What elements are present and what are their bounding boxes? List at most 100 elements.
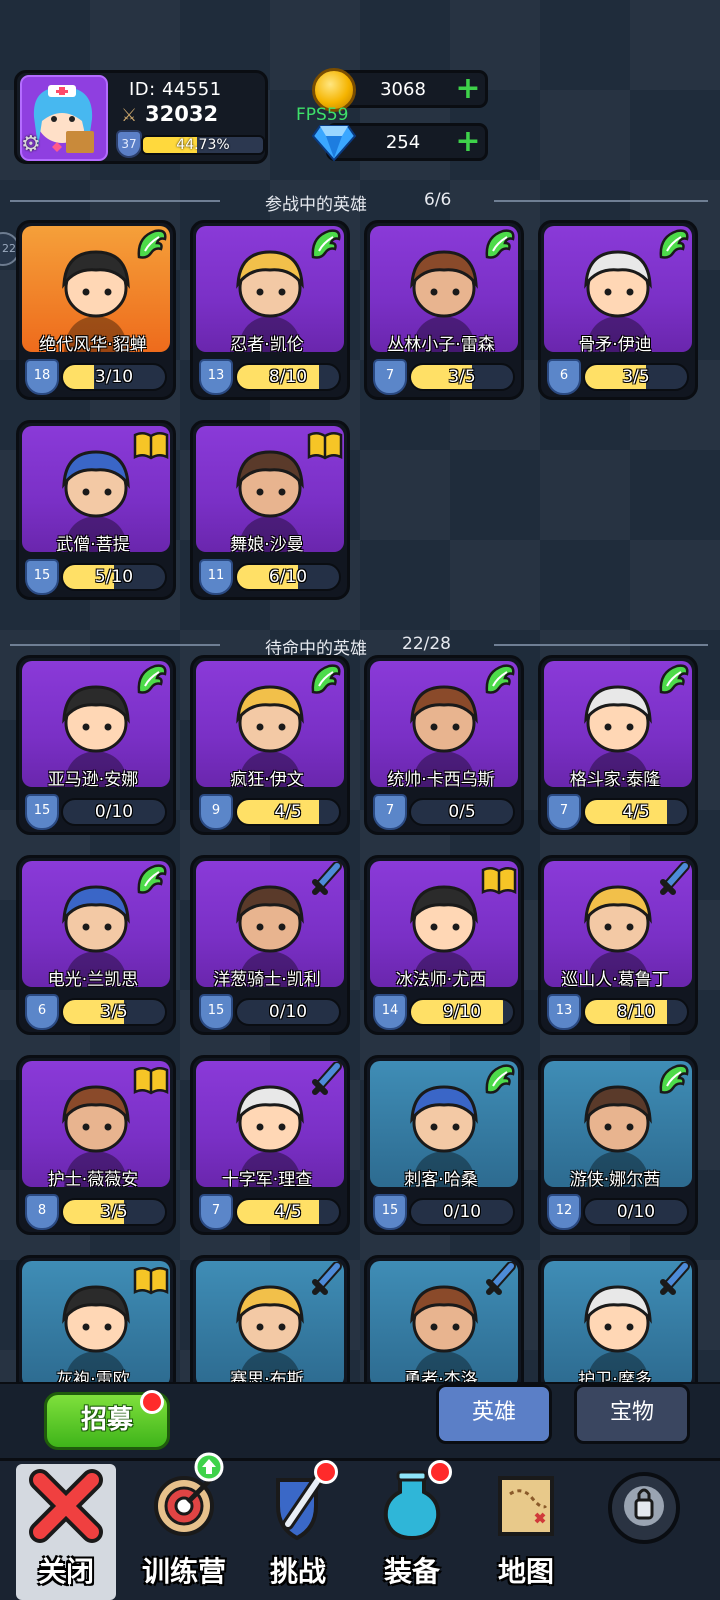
hero-card[interactable]: 骨矛·伊迪 6 3/5 <box>538 220 698 400</box>
hero-progress-text: 3/10 <box>94 367 134 387</box>
hero-level-shield: 15 <box>25 559 59 595</box>
wing-badge-icon <box>659 664 689 694</box>
wing-badge-icon <box>659 229 689 259</box>
nav-training-camp[interactable]: 训练营 <box>124 1462 244 1600</box>
challenge-notification-dot <box>314 1460 338 1484</box>
recruit-notification-dot <box>140 1390 164 1414</box>
add-gold-plus-icon[interactable]: + <box>455 74 481 104</box>
nav-map-label: 地图 <box>497 1555 554 1588</box>
hero-name: 护士·薇薇安 <box>47 1170 139 1187</box>
hero-level-shield: 9 <box>199 794 233 830</box>
wing-badge-icon <box>659 1064 689 1094</box>
hero-card[interactable]: 丛林小子·雷森 7 3/5 <box>364 220 524 400</box>
hero-level-shield: 12 <box>547 1194 581 1230</box>
hero-shard-progress: 4/5 <box>235 798 341 826</box>
hero-name: 绝代风华·貂蝉 <box>39 335 147 352</box>
hero-card[interactable]: 武僧·菩提 15 5/10 <box>16 420 176 600</box>
hero-level-shield: 15 <box>199 994 233 1030</box>
hero-name: 武僧·菩提 <box>56 535 130 552</box>
hero-shard-progress: 0/10 <box>235 998 341 1026</box>
hero-name: 亚马逊·安娜 <box>47 770 139 787</box>
hero-progress-text: 0/5 <box>448 802 476 822</box>
hero-card[interactable]: 舞娘·沙曼 11 6/10 <box>190 420 350 600</box>
tab-heroes[interactable]: 英雄 <box>436 1384 552 1444</box>
hero-name: 骨矛·伊迪 <box>578 335 652 352</box>
hero-card[interactable]: 忍者·凯伦 13 8/10 <box>190 220 350 400</box>
sword-badge-icon <box>660 862 690 895</box>
add-gems-plus-icon[interactable]: + <box>455 127 481 157</box>
hero-shard-progress: 3/5 <box>61 998 167 1026</box>
hero-progress-text: 3/5 <box>622 367 650 387</box>
hero-level-shield: 7 <box>547 794 581 830</box>
hero-card[interactable]: 统帅·卡西乌斯 7 0/5 <box>364 655 524 835</box>
hero-name: 格斗家·泰隆 <box>569 770 661 787</box>
hero-name: 刺客·哈桑 <box>404 1170 478 1187</box>
hero-card[interactable]: 格斗家·泰隆 7 4/5 <box>538 655 698 835</box>
hero-shard-progress: 0/10 <box>409 1198 515 1226</box>
lock-icon <box>608 1472 680 1544</box>
hero-progress-text: 8/10 <box>268 367 308 387</box>
hero-name: 忍者·凯伦 <box>230 335 304 352</box>
sword-badge-icon <box>312 862 342 895</box>
hero-shard-progress: 3/5 <box>583 363 689 391</box>
nav-challenge[interactable]: 挑战 <box>238 1462 358 1600</box>
hero-card[interactable]: 绝代风华·貂蝉 18 3/10 <box>16 220 176 400</box>
hero-shard-progress: 5/10 <box>61 563 167 591</box>
nav-locked[interactable] <box>584 1462 704 1600</box>
gem-value: 254 <box>385 132 421 153</box>
hero-progress-text: 0/10 <box>442 1202 482 1222</box>
hero-shard-progress: 3/5 <box>409 363 515 391</box>
hero-shard-progress: 0/10 <box>61 798 167 826</box>
hero-card[interactable]: 亚马逊·安娜 15 0/10 <box>16 655 176 835</box>
hero-shard-progress: 3/5 <box>61 1198 167 1226</box>
nav-map[interactable]: 地图 <box>466 1462 586 1600</box>
hero-level-shield: 6 <box>25 994 59 1030</box>
wing-badge-icon <box>485 1064 515 1094</box>
hero-level-shield: 15 <box>373 1194 407 1230</box>
hero-shard-progress: 3/10 <box>61 363 167 391</box>
wing-badge-icon <box>485 664 515 694</box>
hero-level-shield: 7 <box>373 794 407 830</box>
book-badge-icon <box>133 1267 169 1295</box>
nav-close[interactable]: 关闭 <box>6 1462 126 1600</box>
hero-name: 舞娘·沙曼 <box>230 535 304 552</box>
nav-challenge-label: 挑战 <box>269 1555 326 1588</box>
gold-value: 3068 <box>380 79 426 100</box>
active-heroes-title: 参战中的英雄 <box>265 195 367 215</box>
wing-badge-icon <box>311 664 341 694</box>
hero-shard-progress: 6/10 <box>235 563 341 591</box>
hero-shard-progress: 0/10 <box>583 1198 689 1226</box>
nav-equipment-label: 装备 <box>383 1555 440 1588</box>
hero-card[interactable]: 洋葱骑士·凯利 15 0/10 <box>190 855 350 1035</box>
hero-card[interactable]: 十字军·理查 7 4/5 <box>190 1055 350 1235</box>
hero-name: 游侠·娜尔茜 <box>569 1170 661 1187</box>
sword-badge-icon <box>312 1062 342 1095</box>
hero-name: 统帅·卡西乌斯 <box>387 770 495 787</box>
hero-card[interactable]: 冰法师·尤西 14 9/10 <box>364 855 524 1035</box>
settings-gear-icon[interactable]: ⚙ <box>21 133 45 157</box>
divider-left <box>10 200 220 202</box>
hero-card[interactable]: 巡山人·葛鲁丁 13 8/10 <box>538 855 698 1035</box>
hero-progress-text: 0/10 <box>268 1002 308 1022</box>
nav-training-label: 训练营 <box>141 1555 226 1588</box>
standby-heroes-count: 22/28 <box>402 634 451 654</box>
player-profile-panel[interactable]: ⚙ ID: 44551 ⚔ 32032 37 44.73% <box>14 70 268 164</box>
hero-progress-text: 0/10 <box>94 802 134 822</box>
hero-progress-text: 3/5 <box>100 1202 128 1222</box>
hero-card[interactable]: 游侠·娜尔茜 12 0/10 <box>538 1055 698 1235</box>
hero-progress-text: 4/5 <box>622 802 650 822</box>
hero-card[interactable]: 刺客·哈桑 15 0/10 <box>364 1055 524 1235</box>
nav-equipment[interactable]: 装备 <box>352 1462 472 1600</box>
hero-level-shield: 15 <box>25 794 59 830</box>
hero-progress-text: 5/10 <box>94 567 134 587</box>
hero-name: 十字军·理查 <box>221 1170 313 1187</box>
hero-card[interactable]: 护士·薇薇安 8 3/5 <box>16 1055 176 1235</box>
hero-progress-text: 8/10 <box>616 1002 656 1022</box>
hero-name: 电光·兰凯思 <box>47 970 139 987</box>
hero-card[interactable]: 电光·兰凯思 6 3/5 <box>16 855 176 1035</box>
tab-treasure[interactable]: 宝物 <box>574 1384 690 1444</box>
book-badge-icon <box>133 432 169 460</box>
hero-card[interactable]: 疯狂·伊文 9 4/5 <box>190 655 350 835</box>
fps-counter: FPS59 <box>296 105 349 125</box>
diamond-icon <box>312 125 356 162</box>
